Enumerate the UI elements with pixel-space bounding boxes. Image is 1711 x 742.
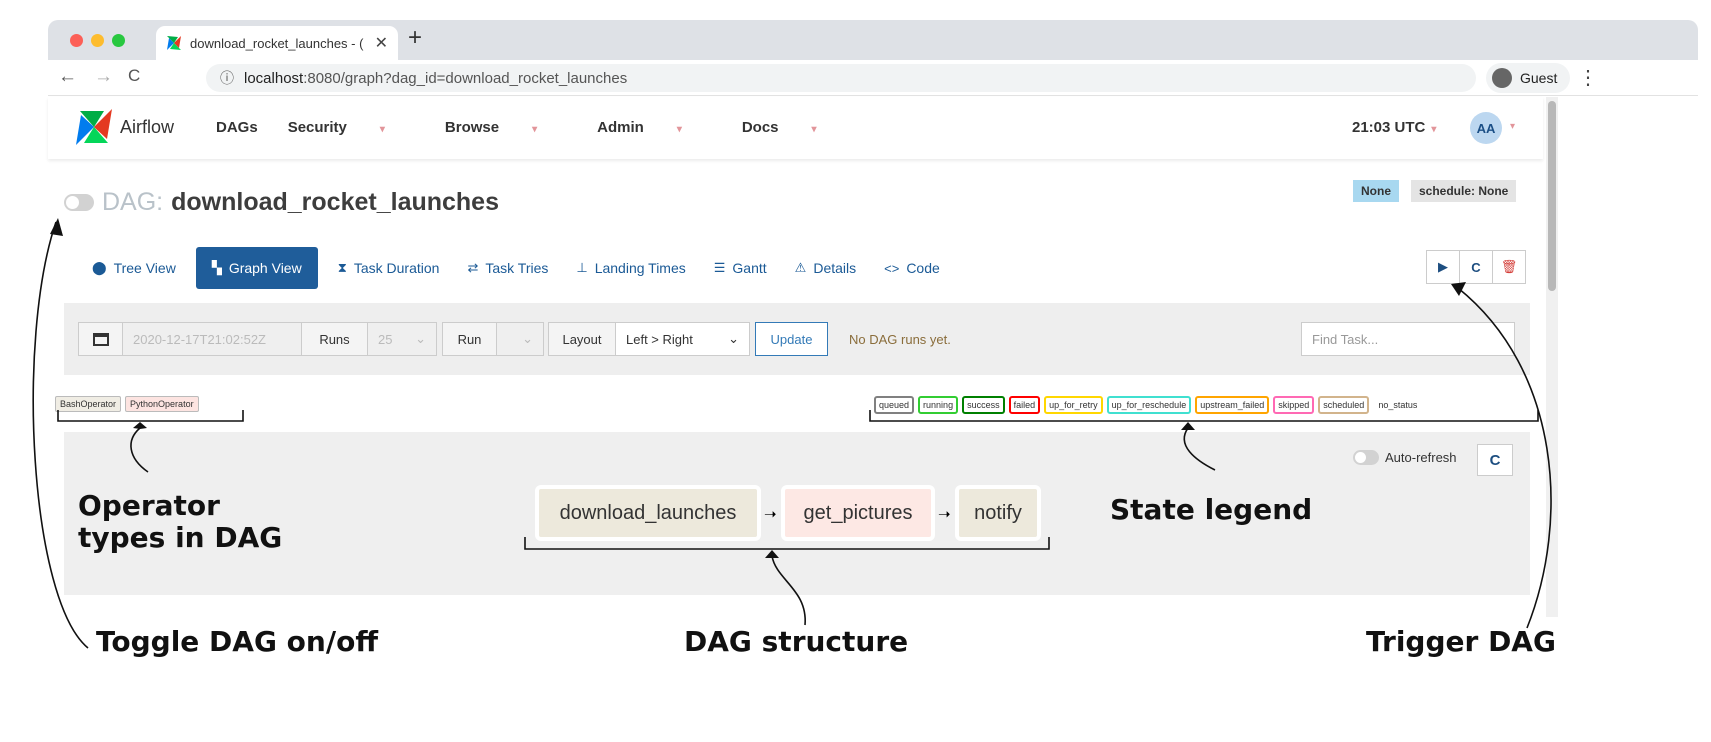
annotation-trigger: Trigger DAG (1366, 625, 1556, 658)
annotation-toggle: Toggle DAG on/off (96, 625, 378, 658)
annotation-line: Operator (78, 489, 220, 522)
annotation-operator-types: Operator types in DAG (78, 489, 283, 555)
annotation-state-legend: State legend (1110, 493, 1313, 526)
annotation-dag-structure: DAG structure (684, 625, 909, 658)
annotation-line: types in DAG (78, 521, 283, 555)
